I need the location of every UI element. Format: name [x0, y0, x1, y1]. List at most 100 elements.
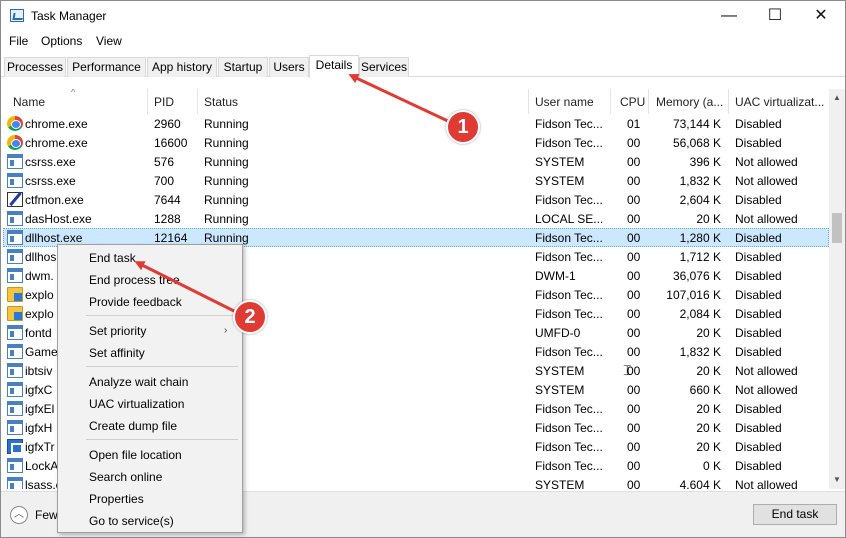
menu-item-go-to-service-s[interactable]: Go to service(s): [89, 514, 174, 528]
maximize-button[interactable]: ☐: [752, 1, 798, 31]
menu-item-provide-feedback[interactable]: Provide feedback: [89, 295, 182, 309]
menu-item-end-task[interactable]: End task: [89, 251, 136, 265]
window-icon: [7, 458, 23, 473]
cell-memory: 20 K: [696, 402, 721, 416]
cell-cpu: 00: [627, 231, 641, 245]
cell-user: SYSTEM: [535, 364, 585, 378]
scroll-thumb[interactable]: [832, 213, 842, 243]
text-cursor-icon: ⌶: [623, 362, 632, 378]
cell-status: Running: [204, 117, 249, 131]
fewer-details-link[interactable]: Few: [35, 508, 58, 522]
col-pid[interactable]: PID: [154, 95, 174, 109]
menu-item-end-process-tree[interactable]: End process tree: [89, 273, 180, 287]
tab-performance[interactable]: Performance: [67, 57, 146, 77]
tab-strip: Processes Performance App history Startu…: [1, 55, 845, 78]
table-row[interactable]: csrss.exe 700 Running SYSTEM 00 1,832 K Not al…: [3, 171, 829, 190]
menu-item-properties[interactable]: Properties: [89, 492, 144, 506]
column-divider[interactable]: [147, 89, 148, 114]
cell-uac: Disabled: [735, 117, 782, 131]
cell-name: fontd: [25, 326, 52, 340]
table-row[interactable]: csrss.exe 576 Running SYSTEM 00 396 K Not allo…: [3, 152, 829, 171]
scroll-down-icon[interactable]: ▼: [833, 475, 841, 484]
scroll-up-icon[interactable]: ▲: [833, 93, 841, 102]
end-task-button[interactable]: End task: [753, 504, 837, 525]
table-row[interactable]: chrome.exe 2960 Running Fidson Tec... 01 73,1…: [3, 114, 829, 133]
col-user-name[interactable]: User name: [535, 95, 594, 109]
cell-name: igfxH: [25, 421, 53, 435]
menu-options[interactable]: Options: [41, 34, 82, 48]
minimize-button[interactable]: —: [706, 1, 752, 31]
cell-name: LockA: [25, 459, 59, 473]
cell-memory: 20 K: [696, 421, 721, 435]
cell-user: Fidson Tec...: [535, 117, 603, 131]
close-button[interactable]: ✕: [798, 1, 844, 31]
cell-memory: 1,712 K: [679, 250, 721, 264]
cell-pid: 576: [154, 155, 175, 169]
table-row[interactable]: ctfmon.exe 7644 Running Fidson Tec... 00 2,60…: [3, 190, 829, 209]
menu-item-uac-virtualization[interactable]: UAC virtualization: [89, 397, 184, 411]
col-uac[interactable]: UAC virtualizat...: [735, 95, 824, 109]
col-name[interactable]: Name: [13, 95, 45, 109]
title-bar[interactable]: Task Manager — ☐ ✕: [1, 1, 845, 31]
cell-cpu: 00: [627, 136, 641, 150]
column-divider[interactable]: [610, 89, 611, 114]
cell-user: DWM-1: [535, 269, 576, 283]
cell-user: Fidson Tec...: [535, 402, 603, 416]
window-icon: [7, 344, 23, 359]
cell-uac: Disabled: [735, 440, 782, 454]
cell-uac: Disabled: [735, 307, 782, 321]
cell-memory: 20 K: [696, 326, 721, 340]
chevron-up-icon[interactable]: ︿: [10, 506, 28, 524]
column-divider[interactable]: [528, 89, 529, 114]
menu-file[interactable]: File: [9, 34, 28, 48]
menu-item-open-file-location[interactable]: Open file location: [89, 448, 182, 462]
tab-services[interactable]: Services: [359, 57, 409, 77]
cell-name: dwm.: [25, 269, 54, 283]
cell-name: csrss.exe: [25, 155, 76, 169]
cell-uac: Disabled: [735, 193, 782, 207]
cell-cpu: 00: [627, 345, 641, 359]
tab-details[interactable]: Details: [309, 55, 359, 78]
table-row[interactable]: chrome.exe 16600 Running Fidson Tec... 00 56,…: [3, 133, 829, 152]
column-divider[interactable]: [197, 89, 198, 114]
annotation-badge-1: 1: [446, 110, 480, 144]
column-divider[interactable]: [648, 89, 649, 114]
cell-uac: Disabled: [735, 345, 782, 359]
cell-uac: Not allowed: [735, 383, 798, 397]
cell-pid: 12164: [154, 231, 188, 245]
table-header: ^ Name PID Status User name CPU Memory (…: [3, 89, 829, 114]
menu-view[interactable]: View: [96, 34, 122, 48]
window-title: Task Manager: [31, 9, 107, 23]
tab-startup[interactable]: Startup: [218, 57, 268, 77]
col-status[interactable]: Status: [204, 95, 238, 109]
menu-item-search-online[interactable]: Search online: [89, 470, 162, 484]
col-memory[interactable]: Memory (a...: [656, 95, 723, 109]
tab-app-history[interactable]: App history: [147, 57, 217, 77]
cell-cpu: 00: [627, 383, 641, 397]
cell-memory: 396 K: [689, 155, 721, 169]
menu-item-analyze-wait-chain[interactable]: Analyze wait chain: [89, 375, 188, 389]
column-divider[interactable]: [728, 89, 729, 114]
cell-cpu: 00: [627, 440, 641, 454]
cell-memory: 660 K: [689, 383, 721, 397]
table-row[interactable]: dasHost.exe 1288 Running LOCAL SE... 00 20 K N…: [3, 209, 829, 228]
menu-item-set-affinity[interactable]: Set affinity: [89, 346, 145, 360]
tab-users[interactable]: Users: [269, 57, 309, 77]
cell-memory: 20 K: [696, 212, 721, 226]
cell-cpu: 00: [627, 288, 641, 302]
menu-item-create-dump-file[interactable]: Create dump file: [89, 419, 177, 433]
blue-app-icon: [7, 439, 23, 454]
cell-memory: 0 K: [702, 459, 721, 473]
menu-item-set-priority[interactable]: Set priority: [89, 324, 146, 338]
cell-user: Fidson Tec...: [535, 250, 603, 264]
cell-user: Fidson Tec...: [535, 231, 603, 245]
vertical-scrollbar[interactable]: ▲ ▼: [829, 89, 845, 489]
cell-cpu: 00: [627, 212, 641, 226]
cell-name: chrome.exe: [25, 117, 88, 131]
cell-name: igfxEl: [25, 402, 55, 416]
cell-status: Running: [204, 136, 249, 150]
col-cpu[interactable]: CPU: [620, 95, 645, 109]
tab-processes[interactable]: Processes: [4, 57, 66, 77]
cell-uac: Not allowed: [735, 155, 798, 169]
window-icon: [7, 382, 23, 397]
